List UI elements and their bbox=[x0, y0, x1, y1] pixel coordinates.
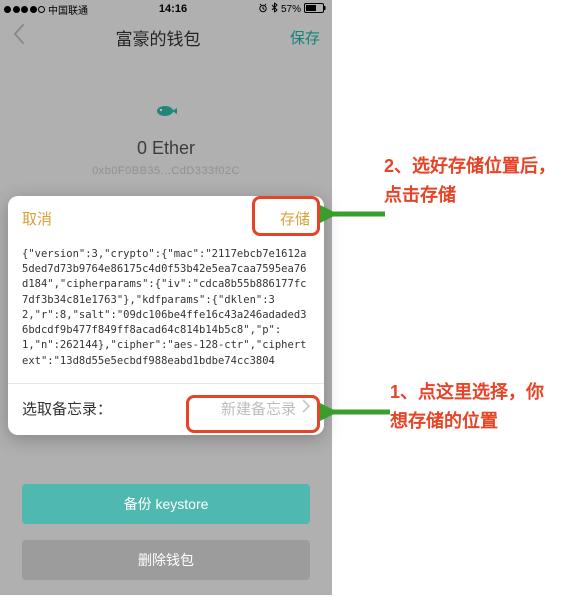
annotation-step-1: 1、点这里选择，你想存储的位置 bbox=[390, 378, 560, 436]
memo-label: 选取备忘录： bbox=[22, 398, 112, 419]
annotation-highlight-memo bbox=[186, 395, 320, 433]
backup-keystore-button[interactable]: 备份 keystore bbox=[22, 484, 310, 524]
annotation-highlight-store bbox=[252, 196, 320, 236]
cancel-button[interactable]: 取消 bbox=[22, 208, 52, 229]
keystore-json-text: {"version":3,"crypto":{"mac":"2117ebcb7e… bbox=[8, 239, 324, 384]
annotation-step-2: 2、选好存储位置后，点击存储 bbox=[384, 152, 564, 210]
delete-wallet-button[interactable]: 删除钱包 bbox=[22, 540, 310, 580]
